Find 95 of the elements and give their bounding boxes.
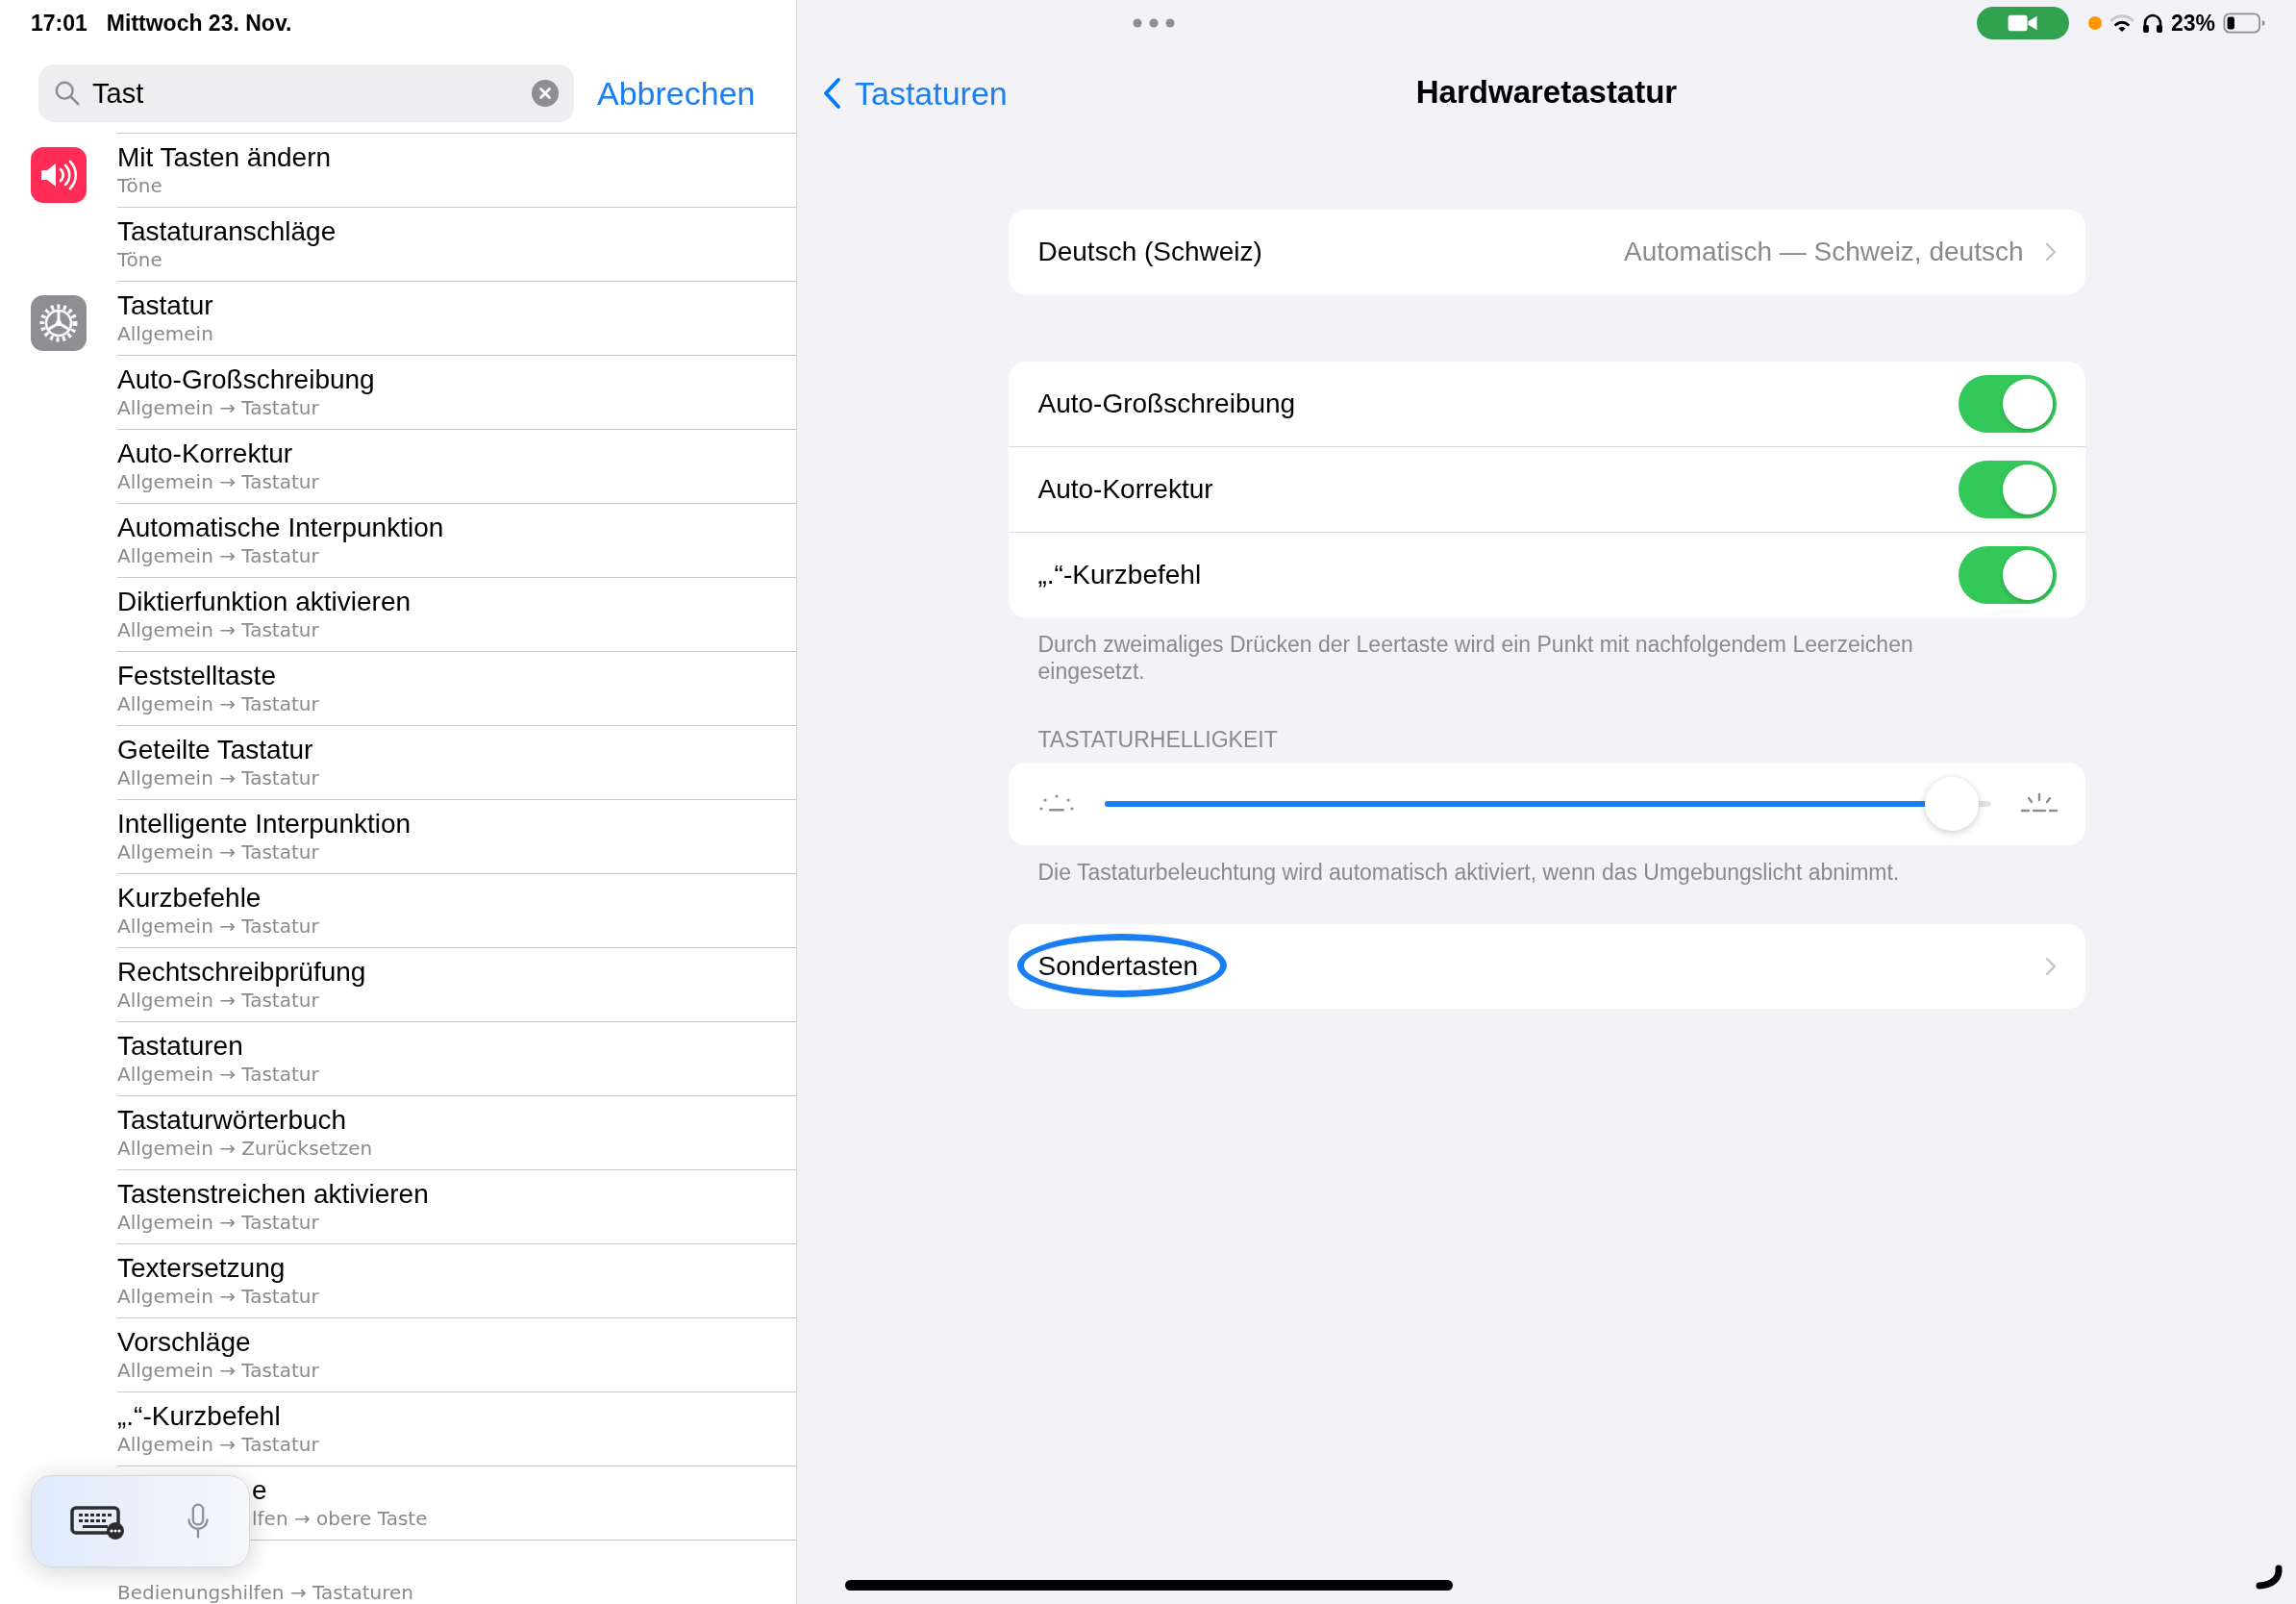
- search-result[interactable]: Textersetzung Allgemein → Tastatur: [0, 1243, 796, 1317]
- search-icon: [54, 80, 81, 107]
- result-title: Diktierfunktion aktivieren: [117, 587, 412, 617]
- result-title: Textersetzung: [117, 1253, 287, 1284]
- search-result[interactable]: Tastaturanschläge Töne: [0, 207, 796, 281]
- result-title: Auto-Großschreibung: [117, 364, 376, 395]
- result-path: Allgemein → Tastatur: [117, 1358, 320, 1383]
- section-header: TASTATURHELLIGKEIT: [1036, 726, 1279, 754]
- search-result[interactable]: Automatische Interpunktion Allgemein → Tastatur: [0, 503, 796, 577]
- result-title: Auto-Korrektur: [117, 439, 294, 469]
- result-path: Allgemein → Tastatur: [117, 1432, 320, 1457]
- result-path: Töne: [117, 173, 163, 198]
- toggle-switch[interactable]: [1958, 375, 2057, 433]
- search-result[interactable]: Auto-Korrektur Allgemein → Tastatur: [0, 429, 796, 503]
- result-path: Bedienungshilfen → Tastaturen: [117, 1580, 414, 1604]
- headphones-icon: [2141, 13, 2163, 34]
- microphone-icon[interactable]: [186, 1502, 211, 1541]
- result-path: Allgemein → Tastatur: [117, 840, 320, 865]
- footer-note: Durch zweimaliges Drücken der Leertaste wird ein Punkt mit nachfolgendem Leerzeichen eingesetzt.: [1036, 631, 1914, 685]
- search-result[interactable]: Mit Tasten ändern Töne: [0, 133, 796, 207]
- result-path: Allgemein → Tastatur: [117, 617, 320, 642]
- search-result[interactable]: Rechtschreibprüfung Allgemein → Tastatur: [0, 947, 796, 1021]
- row-label: Sondertasten: [1037, 951, 1199, 981]
- wifi-icon: [2109, 13, 2134, 33]
- result-path: Allgemein → Tastatur: [117, 543, 320, 568]
- result-path: Töne: [117, 247, 163, 272]
- brightness-slider[interactable]: [1104, 777, 1991, 831]
- result-path: Allgemein → Tastatur: [117, 1062, 320, 1087]
- result-path: Allgemein → Tastatur: [117, 988, 320, 1013]
- result-title: Mit Tasten ändern: [117, 142, 333, 173]
- result-path: Allgemein: [117, 321, 214, 346]
- result-path: Allgemein → Tastatur: [117, 691, 320, 716]
- result-path: Allgemein → Tastatur: [117, 765, 320, 790]
- search-result[interactable]: Intelligente Interpunktion Allgemein → Tastatur: [0, 799, 796, 873]
- search-result[interactable]: Kurzbefehle Allgemein → Tastatur: [0, 873, 796, 947]
- status-date: Mittwoch 23. Nov.: [106, 10, 292, 38]
- battery-percentage: 23%: [2170, 10, 2215, 37]
- status-time: 17:01: [31, 10, 87, 38]
- result-title: Vorschläge: [117, 1327, 252, 1358]
- search-result[interactable]: Feststelltaste Allgemein → Tastatur: [0, 651, 796, 725]
- toggle-switch[interactable]: [1958, 461, 2057, 518]
- result-title: Rechtschreibprüfung: [117, 957, 367, 988]
- result-path: Allgemein → Zurücksetzen: [117, 1136, 374, 1161]
- result-title: e: [252, 1475, 268, 1506]
- result-path: Allgemein → Tastatur: [117, 914, 320, 939]
- navigation-row[interactable]: Sondertasten: [1008, 924, 2085, 1009]
- slider-thumb[interactable]: [1924, 777, 1979, 831]
- back-button[interactable]: Tastaturen: [822, 74, 1008, 113]
- back-chevron-icon: [822, 77, 841, 110]
- result-title: Tastaturen: [117, 1031, 244, 1062]
- recording-dot-icon: [2087, 16, 2102, 30]
- result-title: Intelligente Interpunktion: [117, 809, 412, 840]
- speaker-icon: [31, 147, 87, 203]
- page-title: Hardwaretastatur: [1414, 74, 1679, 111]
- result-path: Allgemein → Tastatur: [117, 1210, 320, 1235]
- cancel-link[interactable]: Abbrechen: [597, 74, 756, 113]
- result-title: „.“-Kurzbefehl: [117, 1401, 282, 1432]
- result-path: Allgemein → Tastatur: [117, 395, 320, 420]
- row-label: Deutsch (Schweiz): [1037, 237, 1262, 267]
- clear-icon[interactable]: [532, 80, 559, 107]
- gear-icon: [31, 295, 87, 351]
- language-row[interactable]: Deutsch (Schweiz) Automatisch — Schweiz, deutsch: [1008, 210, 2085, 294]
- result-title: Kurzbefehle: [117, 883, 262, 914]
- chevron-icon: [2044, 957, 2057, 976]
- search-result[interactable]: Tastenstreichen aktivieren Allgemein → Tastatur: [0, 1169, 796, 1243]
- toggle-switch[interactable]: [1958, 546, 2057, 604]
- result-path: lfen → obere Taste: [252, 1506, 429, 1531]
- search-result[interactable]: „.“-Kurzbefehl Allgemein → Tastatur: [0, 1391, 796, 1466]
- search-result[interactable]: Tastatur Allgemein: [0, 281, 796, 355]
- search-field[interactable]: Tast: [38, 64, 574, 122]
- search-query: Tast: [91, 77, 145, 110]
- footer-note: Die Tastaturbeleuchtung wird automatisch aktiviert, wenn das Umgebungslicht abnimmt.: [1036, 859, 1901, 886]
- result-title: Tastaturanschläge: [117, 216, 337, 247]
- search-result[interactable]: Tastaturwörterbuch Allgemein → Zurücksetzen: [0, 1095, 796, 1169]
- result-path: Allgemein → Tastatur: [117, 1284, 320, 1309]
- toggle-label: Auto-Korrektur: [1037, 474, 1213, 505]
- battery-icon: [2223, 12, 2265, 35]
- toggle-label: Auto-Großschreibung: [1037, 388, 1296, 419]
- result-path: Allgemein → Tastatur: [117, 469, 320, 494]
- result-title: Tastatur: [117, 290, 214, 321]
- search-result[interactable]: Vorschläge Allgemein → Tastatur: [0, 1317, 796, 1391]
- result-title: Feststelltaste: [117, 661, 277, 691]
- search-result[interactable]: Tastaturen Allgemein → Tastatur: [0, 1021, 796, 1095]
- search-result[interactable]: Auto-Großschreibung Allgemein → Tastatur: [0, 355, 796, 429]
- video-camera-icon: [2007, 13, 2038, 33]
- multitasking-dots-icon[interactable]: [1132, 17, 1176, 29]
- result-title: Automatische Interpunktion: [117, 513, 445, 543]
- result-title: Geteilte Tastatur: [117, 735, 314, 765]
- row-value: Automatisch — Schweiz, deutsch: [1624, 237, 2024, 267]
- result-title: Tastenstreichen aktivieren: [117, 1179, 430, 1210]
- chevron-icon: [2044, 242, 2057, 262]
- search-result[interactable]: Diktierfunktion aktivieren Allgemein → Tastatur: [0, 577, 796, 651]
- result-title: Tastaturwörterbuch: [117, 1105, 348, 1136]
- toggle-label: „.“-Kurzbefehl: [1037, 560, 1202, 590]
- search-result[interactable]: Geteilte Tastatur Allgemein → Tastatur: [0, 725, 796, 799]
